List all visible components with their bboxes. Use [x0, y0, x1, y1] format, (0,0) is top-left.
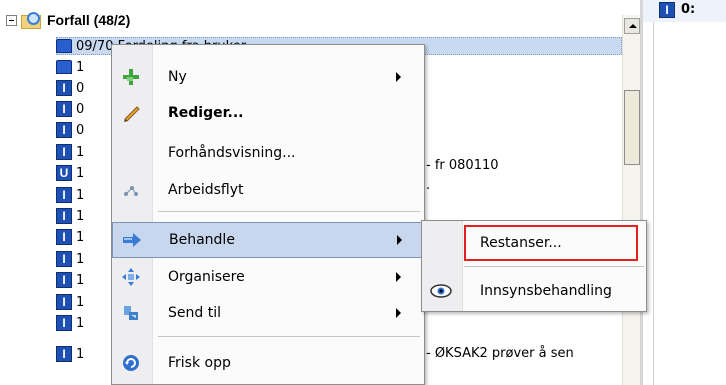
- menu-item-rediger[interactable]: Rediger...: [112, 95, 424, 131]
- menu-item-send-til[interactable]: Send til: [112, 295, 424, 331]
- organize-move-icon: [120, 266, 142, 288]
- tree-row-text: 1: [76, 346, 85, 362]
- incoming-document-icon: I: [56, 272, 72, 288]
- incoming-document-icon: I: [56, 346, 72, 362]
- tree-row[interactable]: I 0: [56, 99, 84, 119]
- menu-item-arbeidsflyt[interactable]: Arbeidsflyt: [112, 172, 424, 208]
- menu-separator: [464, 266, 644, 267]
- incoming-document-icon: I: [56, 122, 72, 138]
- submenu-arrow-icon: [397, 235, 402, 245]
- tree-root-node[interactable]: Forfall (48/2): [6, 10, 130, 30]
- incoming-document-icon: I: [56, 251, 72, 267]
- incoming-document-icon: I: [56, 294, 72, 310]
- tree-row[interactable]: U 1: [56, 163, 84, 183]
- menu-separator: [158, 336, 420, 337]
- tree-row-text: 1: [76, 187, 85, 203]
- new-green-plus-icon: [120, 66, 142, 88]
- collapse-toggle-icon[interactable]: [6, 14, 17, 26]
- tree-row[interactable]: I 1: [56, 313, 84, 333]
- tree-row-text: 1: [76, 208, 85, 224]
- tree-row-text: 0: [76, 122, 85, 138]
- vertical-scrollbar[interactable]: [622, 15, 641, 385]
- tree-row[interactable]: I 1: [56, 227, 84, 247]
- tree-row-text: 1: [76, 59, 85, 75]
- tree-row-text: 1: [76, 315, 85, 331]
- divider: [653, 22, 654, 385]
- incoming-document-icon: I: [56, 208, 72, 224]
- incoming-document-icon: I: [56, 101, 72, 117]
- tree-row-text: 1: [76, 272, 85, 288]
- tree-row[interactable]: I 1: [56, 249, 84, 269]
- detail-pane-label: 0:: [681, 2, 696, 17]
- tree-row[interactable]: I 1: [56, 185, 84, 205]
- incoming-document-icon: I: [56, 144, 72, 160]
- tree-row-text: 1: [76, 294, 85, 310]
- submenu-item-innsynsbehandling[interactable]: Innsynsbehandling: [422, 273, 646, 309]
- tree-row[interactable]: I 1: [56, 292, 84, 312]
- tree-row[interactable]: I 0: [56, 78, 84, 98]
- tree-row-title: - fr 080110: [426, 158, 499, 173]
- eye-icon: [430, 280, 452, 302]
- context-menu: Ny Rediger... Forhåndsvisning... Arbeids…: [111, 44, 425, 385]
- tree-row[interactable]: I 1: [56, 344, 84, 364]
- tree-row[interactable]: I 1: [56, 206, 84, 226]
- menu-item-behandle[interactable]: Behandle: [112, 222, 424, 258]
- incoming-document-icon: I: [56, 187, 72, 203]
- behandle-submenu: Restanser... Innsynsbehandling: [421, 220, 647, 312]
- incoming-document-icon: I: [56, 229, 72, 245]
- incoming-document-icon: I: [56, 80, 72, 96]
- tree-row[interactable]: I 0: [56, 120, 84, 140]
- folder-icon: [56, 39, 72, 53]
- tree-row-text: 1: [76, 165, 85, 181]
- folder-icon: [56, 60, 72, 74]
- tree-row[interactable]: I 1: [56, 270, 84, 290]
- tree-row-text: 0: [76, 101, 85, 117]
- scrollbar-thumb[interactable]: [624, 90, 640, 165]
- tree-row-text: 1: [76, 144, 85, 160]
- menu-item-ny[interactable]: Ny: [112, 59, 424, 95]
- submenu-arrow-icon: [396, 72, 401, 82]
- menu-item-forhandsvisning[interactable]: Forhåndsvisning...: [112, 135, 424, 171]
- send-to-icon: [120, 302, 142, 324]
- detail-pane: I 0:: [640, 0, 726, 385]
- tree-row-title: - ØKSAK2 prøver å sen: [426, 346, 574, 361]
- tree-root-label: Forfall (48/2): [47, 12, 131, 28]
- menu-item-organisere[interactable]: Organisere: [112, 259, 424, 295]
- menu-separator: [158, 211, 420, 212]
- submenu-arrow-icon: [396, 308, 401, 318]
- menu-item-frisk-opp[interactable]: Frisk opp: [112, 345, 424, 381]
- scroll-up-button[interactable]: [624, 18, 640, 34]
- tree-row-text: 0: [76, 80, 85, 96]
- pencil-edit-icon: [120, 102, 142, 124]
- incoming-document-icon: I: [659, 2, 675, 18]
- tree-row-text: 1: [76, 229, 85, 245]
- incoming-document-icon: I: [56, 315, 72, 331]
- tree-row[interactable]: 1: [56, 57, 84, 77]
- refresh-icon: [120, 352, 142, 374]
- process-arrow-icon: [121, 229, 143, 251]
- tree-row[interactable]: I 1: [56, 142, 84, 162]
- outgoing-document-icon: U: [56, 165, 72, 181]
- tree-row-text: 1: [76, 251, 85, 267]
- search-folder-icon: [21, 12, 41, 29]
- submenu-item-restanser[interactable]: Restanser...: [422, 225, 646, 261]
- submenu-arrow-icon: [396, 272, 401, 282]
- workflow-icon: [120, 179, 142, 201]
- tree-row-title: .: [426, 178, 431, 193]
